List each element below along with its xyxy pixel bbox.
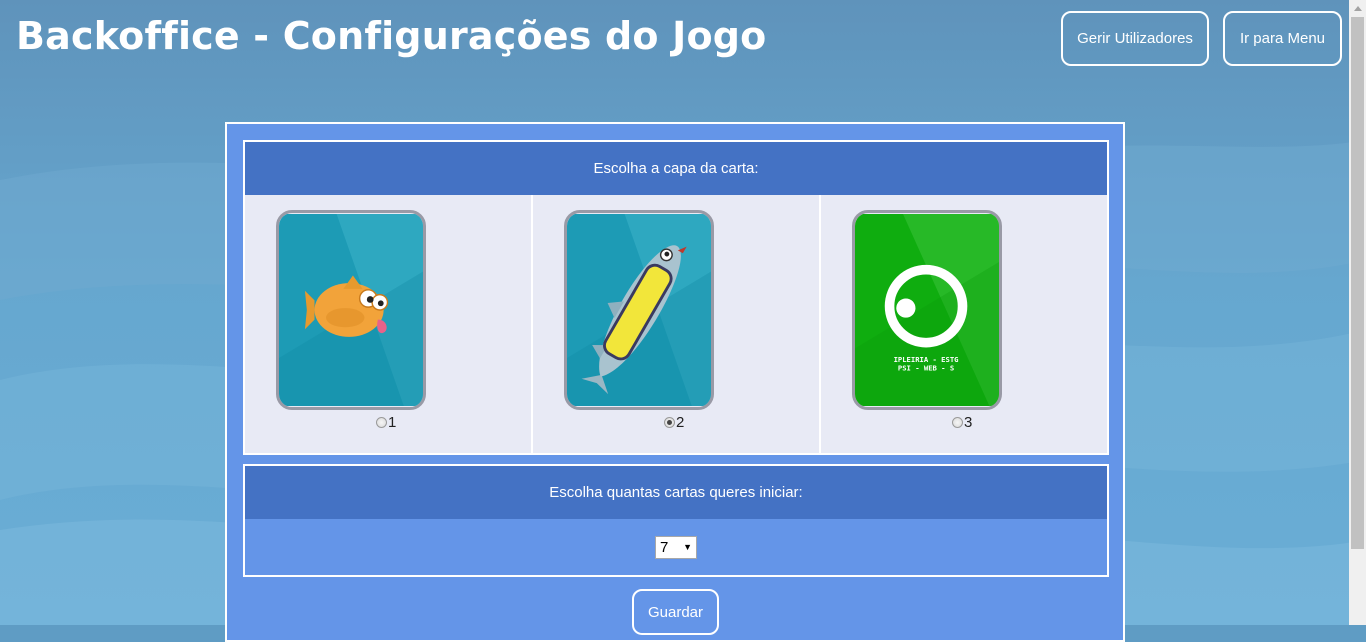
cover-radio-1[interactable] — [376, 417, 387, 428]
page-title: Backoffice - Configurações do Jogo — [16, 14, 767, 58]
settings-panel: Escolha a capa da carta: 1 2 IPLEIRIA - … — [225, 122, 1125, 642]
card-text-line-2: PSI - WEB - S — [898, 363, 954, 372]
save-button[interactable]: Guardar — [632, 589, 719, 635]
card-cover-heading: Escolha a capa da carta: — [243, 140, 1109, 197]
cover-radio-1-wrapper: 1 — [376, 414, 396, 431]
card-count-heading: Escolha quantas cartas queres iniciar: — [243, 464, 1109, 521]
vertical-scrollbar[interactable] — [1349, 0, 1366, 625]
orange-fish-card-icon[interactable] — [276, 210, 426, 410]
card-count-value: 7 — [660, 538, 669, 556]
go-fish-card-icon[interactable] — [564, 210, 714, 410]
cover-radio-2-label: 2 — [676, 414, 685, 431]
dropdown-arrow-icon: ▼ — [683, 542, 692, 552]
cover-radio-2-wrapper: 2 — [664, 414, 684, 431]
cover-radio-3-label: 3 — [964, 414, 973, 431]
cover-radio-3[interactable] — [952, 417, 963, 428]
go-to-menu-button[interactable]: Ir para Menu — [1223, 11, 1342, 66]
cover-option-2: 2 — [533, 195, 821, 453]
cover-radio-1-label: 1 — [388, 414, 397, 431]
card-text-line-1: IPLEIRIA - ESTG — [894, 355, 959, 364]
cover-radio-2[interactable] — [664, 417, 675, 428]
cover-radio-3-wrapper: 3 — [952, 414, 972, 431]
card-count-select[interactable]: 7 ▼ — [655, 535, 697, 559]
cover-option-3: IPLEIRIA - ESTG PSI - WEB - S 3 — [821, 195, 1107, 453]
card-count-row: 7 ▼ — [243, 519, 1109, 577]
ipleiria-logo-card-icon[interactable]: IPLEIRIA - ESTG PSI - WEB - S — [852, 210, 1002, 410]
cover-option-1: 1 — [245, 195, 533, 453]
manage-users-button[interactable]: Gerir Utilizadores — [1061, 11, 1209, 66]
card-cover-options: 1 2 IPLEIRIA - ESTG PSI - WEB - S 3 — [243, 195, 1109, 455]
scrollbar-thumb[interactable] — [1351, 17, 1364, 549]
scroll-up-arrow-icon[interactable] — [1349, 0, 1366, 17]
